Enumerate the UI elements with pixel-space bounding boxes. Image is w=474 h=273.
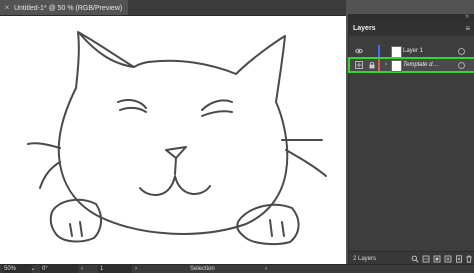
illustrator-window: × Untitled-1* @ 50 % (RGB/Preview) » Lay…: [0, 0, 474, 273]
layers-list: Layer 1 › Template d…: [348, 44, 474, 73]
layers-panel-title: Layers: [353, 25, 376, 32]
panel-header-strip: »: [349, 13, 474, 22]
cat-right-paw-toe-1: [269, 219, 273, 237]
close-tab-icon[interactable]: ×: [2, 0, 12, 15]
cat-mouth: [139, 157, 211, 196]
rotation-field[interactable]: 0°: [40, 265, 78, 273]
layer-color-indicator: [378, 59, 380, 71]
layer-name[interactable]: Layer 1: [403, 44, 423, 58]
cat-whisker-left-1: [27, 142, 61, 149]
document-tab-title: Untitled-1* @ 50 % (RGB/Preview): [13, 5, 123, 12]
trash-icon[interactable]: [465, 255, 473, 263]
cat-right-paw-toe-2: [281, 221, 285, 237]
artboard[interactable]: [0, 16, 346, 264]
layer-row-template[interactable]: › Template d…: [348, 57, 474, 73]
previous-artboard-icon[interactable]: ‹: [78, 265, 86, 273]
zoom-field[interactable]: 50%: [2, 265, 32, 273]
layer-thumbnail: [391, 60, 402, 72]
expand-chevron-icon[interactable]: ›: [382, 58, 390, 72]
target-circle-icon[interactable]: [458, 48, 465, 55]
next-artboard-icon[interactable]: ›: [132, 265, 140, 273]
locate-object-icon[interactable]: [422, 255, 430, 263]
rotation-value: 0°: [42, 266, 48, 272]
layer-color-indicator: [378, 45, 380, 57]
cat-right-eye: [201, 99, 233, 111]
document-tab-bar: × Untitled-1* @ 50 % (RGB/Preview): [0, 0, 346, 16]
artboard-number: 1: [100, 266, 104, 272]
layer-name[interactable]: Template d…: [403, 58, 438, 72]
current-tool-label: Selection: [190, 266, 215, 272]
panel-menu-icon[interactable]: ≡: [465, 22, 470, 36]
layers-panel-tab[interactable]: Layers ≡: [349, 22, 474, 36]
cat-left-paw-toe-2: [79, 221, 83, 237]
layer-thumbnail: [391, 46, 402, 58]
artboard-number-field[interactable]: 1: [98, 265, 132, 273]
template-visibility-icon[interactable]: [355, 61, 363, 69]
cat-whisker-right-2: [285, 149, 327, 177]
target-circle-icon[interactable]: [458, 62, 465, 69]
layer-row-layer-1[interactable]: Layer 1: [349, 44, 474, 58]
new-sublayer-icon[interactable]: [444, 255, 452, 263]
cat-whisker-left-2: [39, 161, 61, 189]
search-icon[interactable]: [411, 255, 419, 263]
cat-left-paw-toe-1: [69, 223, 73, 237]
zoom-value: 50%: [4, 266, 17, 272]
cat-left-paw: [49, 198, 102, 243]
lock-toggle-slot[interactable]: [368, 47, 376, 55]
layers-panel: » Layers ≡ Layer 1 › Template d… 2 Layer…: [348, 13, 474, 266]
lock-icon[interactable]: [368, 61, 376, 69]
document-tab[interactable]: × Untitled-1* @ 50 % (RGB/Preview): [0, 0, 128, 15]
cat-drawing: [27, 31, 327, 246]
cat-right-eye-lower: [201, 110, 233, 117]
cat-nose: [165, 146, 187, 159]
zoom-dropdown-icon[interactable]: ⌄: [30, 265, 36, 273]
new-layer-icon[interactable]: [455, 255, 463, 263]
status-bar: 50% ⌄ 0° ‹ 1 › Selection ›: [0, 264, 474, 273]
cat-left-eye-lower: [119, 106, 147, 113]
visibility-eye-icon[interactable]: [355, 48, 363, 54]
make-clipping-mask-icon[interactable]: [433, 255, 441, 263]
cat-left-eye: [117, 99, 147, 109]
collapse-panel-icon[interactable]: »: [465, 13, 469, 21]
status-menu-icon[interactable]: ›: [262, 265, 270, 273]
